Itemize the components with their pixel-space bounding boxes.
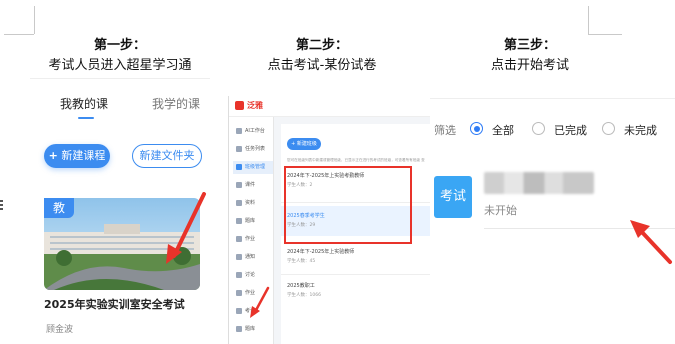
exam-status: 未开始 bbox=[484, 204, 517, 217]
menu-icon bbox=[236, 236, 242, 242]
menu-icon bbox=[236, 146, 242, 152]
class-row[interactable]: 2025教职工 学生人数：1066 bbox=[287, 282, 417, 298]
course-title[interactable]: 2025年实验实训室安全考试 bbox=[44, 296, 185, 312]
step1-desc: 考试人员进入超星学习通 bbox=[48, 58, 192, 73]
pointer-arrow-icon bbox=[166, 192, 206, 264]
filter-done-radio[interactable] bbox=[532, 122, 545, 135]
sidebar-item[interactable]: 题库 bbox=[233, 215, 273, 228]
menu-icon bbox=[236, 326, 242, 332]
step3-title: 第三步： bbox=[503, 38, 556, 53]
step2-desc: 点击考试-某份试卷 bbox=[267, 58, 377, 73]
step3-desc: 点击开始考试 bbox=[490, 58, 569, 73]
panel-top-border bbox=[430, 98, 675, 99]
menu-icon bbox=[236, 308, 242, 314]
teacher-name: 顾金波 bbox=[46, 325, 74, 335]
row-divider bbox=[281, 274, 431, 275]
top-bar: 泛雅 bbox=[229, 96, 431, 117]
margin-dots bbox=[0, 200, 3, 212]
logo-icon bbox=[235, 101, 244, 110]
filter-all-label[interactable]: 全部 bbox=[492, 122, 514, 138]
tab-taught[interactable]: 我教的课 bbox=[60, 95, 108, 112]
sidebar-item[interactable]: 通知 bbox=[233, 251, 273, 264]
sidebar-item[interactable]: 题库 bbox=[233, 323, 273, 336]
new-folder-button[interactable]: 新建文件夹 bbox=[132, 144, 202, 168]
teacher-badge: 教 bbox=[44, 198, 74, 218]
new-class-button[interactable]: + 新建班级 bbox=[287, 138, 321, 150]
blurred-exam-title[interactable] bbox=[484, 172, 594, 194]
sidebar-item[interactable]: 作业 bbox=[233, 233, 273, 246]
crop-mark bbox=[4, 34, 34, 35]
crop-mark bbox=[588, 6, 589, 34]
class-list-hint: 您可在班级列表中新建或管理班级，已显示正在进行的考试的班级，可查看所有班级 查看… bbox=[287, 158, 425, 162]
logo-text: 泛雅 bbox=[247, 101, 263, 110]
active-tab-indicator bbox=[78, 117, 94, 119]
tab-learned[interactable]: 我学的课 bbox=[152, 95, 200, 112]
menu-icon bbox=[236, 200, 242, 206]
menu-icon bbox=[236, 290, 242, 296]
crop-mark bbox=[588, 34, 622, 35]
highlight-box bbox=[284, 166, 412, 244]
class-row[interactable]: 2024年下-2025年上实验教师 学生人数：45 bbox=[287, 248, 417, 264]
menu-icon bbox=[236, 128, 242, 134]
step1-title: 第一步： bbox=[93, 38, 146, 53]
filter-label: 筛选 bbox=[434, 124, 456, 137]
new-course-label: 新建课程 bbox=[61, 149, 106, 162]
filter-undone-radio[interactable] bbox=[602, 122, 615, 135]
exam-tile[interactable]: 考试 bbox=[434, 176, 472, 218]
menu-icon bbox=[236, 182, 242, 188]
sidebar-item-active[interactable]: 班级管理 bbox=[233, 161, 273, 174]
sidebar-item[interactable]: 课件 bbox=[233, 179, 273, 192]
sidebar-item[interactable]: 资料 bbox=[233, 197, 273, 210]
pointer-arrow-icon bbox=[630, 220, 672, 264]
step2-title: 第二步： bbox=[295, 38, 348, 53]
filter-undone-label[interactable]: 未完成 bbox=[624, 122, 657, 138]
plus-icon: + bbox=[48, 149, 58, 162]
sidebar-item[interactable]: 任务列表 bbox=[233, 143, 273, 156]
sidebar-item[interactable]: AI工作台 bbox=[233, 125, 273, 138]
menu-icon bbox=[236, 218, 242, 224]
crop-mark bbox=[34, 6, 35, 34]
pointer-arrow-icon bbox=[250, 286, 270, 318]
filter-all-radio[interactable] bbox=[470, 122, 483, 135]
sidebar-item[interactable]: 讨论 bbox=[233, 269, 273, 282]
course-tabs: 我教的课 我学的课 bbox=[30, 78, 210, 125]
menu-icon bbox=[236, 272, 242, 278]
menu-icon bbox=[236, 164, 242, 170]
menu-icon bbox=[236, 254, 242, 260]
filter-done-label[interactable]: 已完成 bbox=[554, 122, 587, 138]
new-course-button[interactable]: + 新建课程 bbox=[44, 144, 110, 168]
